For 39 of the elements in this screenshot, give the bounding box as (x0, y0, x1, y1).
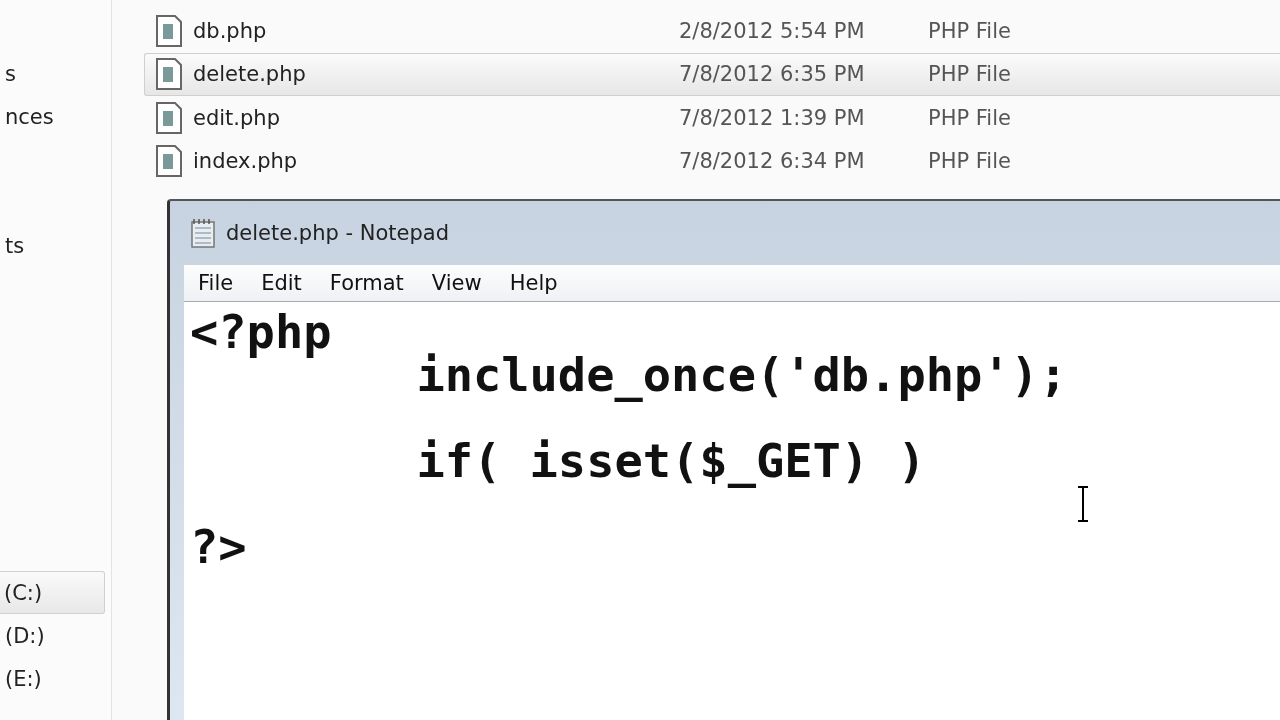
code-line: if( isset($_GET) ) (415, 432, 926, 489)
file-type: PHP File (928, 62, 1011, 87)
notepad-icon (190, 218, 216, 248)
nav-item[interactable]: ts (0, 224, 105, 267)
file-date: 7/8/2012 6:34 PM (679, 149, 866, 174)
file-date: 2/8/2012 5:54 PM (679, 18, 866, 43)
menu-item[interactable]: Help (495, 271, 572, 295)
file-row[interactable]: delete.php 7/8/2012 6:35 PM PHP File (144, 52, 1280, 96)
file-date: 7/8/2012 6:35 PM (679, 62, 866, 87)
file-name: db.php (193, 18, 268, 43)
text-cursor-icon (1077, 486, 1089, 522)
file-name: edit.php (193, 105, 281, 130)
nav-item[interactable]: nces (0, 95, 105, 138)
menu-item[interactable]: File (184, 271, 248, 295)
file-icon (155, 58, 183, 91)
file-row[interactable]: edit.php 7/8/2012 1:39 PM PHP File (144, 96, 1280, 140)
nav-item[interactable]: (D:) (0, 614, 105, 657)
file-icon (155, 14, 183, 47)
window-title: delete.php - Notepad (226, 221, 449, 245)
file-row[interactable]: index.php 7/8/2012 6:34 PM PHP File (144, 139, 1280, 183)
menu-item[interactable]: Format (315, 271, 418, 295)
file-type: PHP File (928, 149, 1011, 174)
file-type: PHP File (928, 18, 1011, 43)
menu-item[interactable]: View (417, 271, 496, 295)
file-icon (155, 101, 183, 134)
file-date: 7/8/2012 1:39 PM (679, 105, 866, 130)
nav-item[interactable]: s (0, 52, 105, 95)
code-line: <?php (190, 304, 332, 360)
file-name: index.php (193, 149, 299, 174)
nav-item[interactable]: (C:) (0, 571, 105, 614)
file-row[interactable]: db.php 2/8/2012 5:54 PM PHP File (144, 9, 1280, 53)
file-icon (155, 145, 183, 178)
code-line: include_once('db.php'); (415, 347, 1068, 403)
menu-item[interactable]: Edit (247, 271, 316, 295)
file-type: PHP File (928, 105, 1011, 130)
file-name: delete.php (193, 62, 307, 87)
text-editor[interactable]: <?php include_once('db.php'); if( isset($_GET) ) ?> (184, 302, 1280, 720)
code-line: ?> (190, 518, 247, 575)
nav-item[interactable]: (E:) (0, 657, 105, 700)
